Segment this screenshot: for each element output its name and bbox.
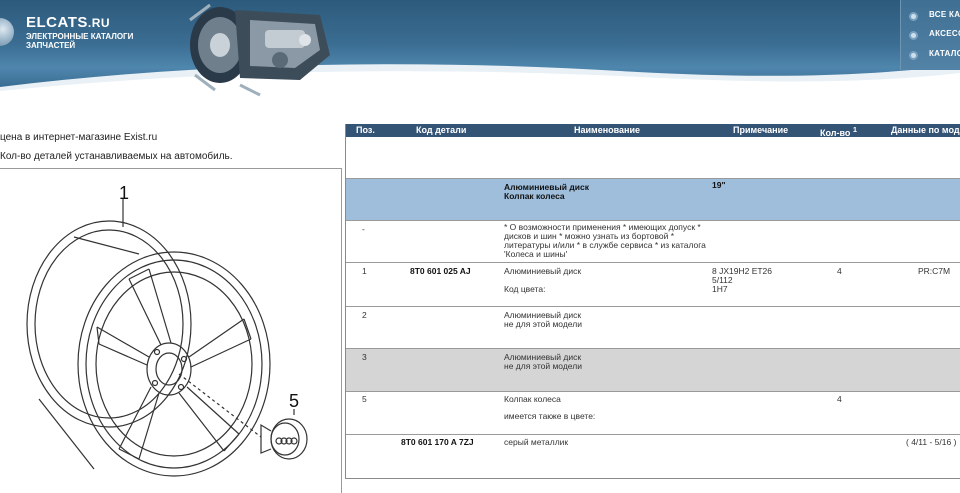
column-header-qty-sup: 1 xyxy=(852,125,858,134)
row-name: Колпак колеса xyxy=(504,394,561,404)
menu-item-label: АКСЕСС xyxy=(929,29,960,38)
info-text: * О возможности применения * имеющих доп… xyxy=(504,222,706,259)
row-data: ( 4/11 - 5/16 ) xyxy=(906,437,957,447)
site-logo[interactable]: ELCATS.RU ЭЛЕКТРОННЫЕ КАТАЛОГИ ЗАПЧАСТЕЙ xyxy=(0,14,150,54)
header-wave-decoration xyxy=(0,64,960,97)
top-menu: ВСЕ КАТ АКСЕСС КАТАЛО xyxy=(900,0,960,70)
parts-drawing: 1 5 xyxy=(0,168,342,493)
logo-subtitle: ЭЛЕКТРОННЫЕ КАТАЛОГИ ЗАПЧАСТЕЙ xyxy=(26,32,134,50)
row-pos: 2 xyxy=(362,310,367,320)
table-row[interactable]: 5 Колпак колеса имеется также в цвете: 4 xyxy=(346,392,960,435)
wheel-diagram xyxy=(26,199,308,477)
info-pos: - xyxy=(362,224,365,234)
row-qty: 4 xyxy=(837,266,842,276)
table-row[interactable]: 2 Алюминиевый диск не для этой модели xyxy=(346,307,960,349)
table-row[interactable]: 8T0 601 170 A 7ZJ серый металлик ( 4/11 … xyxy=(346,435,960,478)
bullet-icon xyxy=(909,12,918,21)
row-pos: 3 xyxy=(362,352,367,362)
menu-item-label: ВСЕ КАТ xyxy=(929,10,960,19)
engine-image xyxy=(189,3,330,97)
column-header-data: Данные по мод xyxy=(891,125,960,135)
menu-item-all-catalogs[interactable]: ВСЕ КАТ xyxy=(909,10,960,24)
site-header: ELCATS.RU ЭЛЕКТРОННЫЕ КАТАЛОГИ ЗАПЧАСТЕЙ… xyxy=(0,0,960,97)
parts-table: Поз. Код детали Наименование Примечание … xyxy=(345,124,960,479)
bullet-icon xyxy=(909,31,918,40)
quantity-note: Кол-во деталей устанавливаемых на автомо… xyxy=(0,151,233,162)
logo-title-text: ELCATS xyxy=(26,14,88,31)
row-code[interactable]: 8T0 601 170 A 7ZJ xyxy=(401,437,474,447)
row-name-extra: Код цвета: xyxy=(504,284,546,294)
row-data: PR:C7M xyxy=(918,266,951,276)
row-code[interactable]: 8T0 601 025 AJ xyxy=(410,266,471,276)
table-row-empty xyxy=(346,137,960,179)
table-row-info: - * О возможности применения * имеющих д… xyxy=(346,221,960,263)
globe-icon xyxy=(0,18,14,46)
menu-item-catalogs[interactable]: КАТАЛО xyxy=(909,49,960,63)
logo-domain: .RU xyxy=(87,16,111,30)
callout-5[interactable]: 5 xyxy=(289,391,299,412)
column-header-code: Код детали xyxy=(416,125,467,135)
row-name-extra: не для этой модели xyxy=(504,319,582,329)
row-name-extra: имеется также в цвете: xyxy=(504,411,596,421)
row-note-3: 1H7 xyxy=(712,284,728,294)
menu-item-label: КАТАЛО xyxy=(929,49,960,58)
row-name: Алюминиевый диск xyxy=(504,266,582,276)
row-pos: 5 xyxy=(362,394,367,404)
row-qty: 4 xyxy=(837,394,842,404)
row-name-extra: не для этой модели xyxy=(504,361,582,371)
column-header-name: Наименование xyxy=(574,125,641,135)
table-row-group[interactable]: Алюминиевый диск Колпак колеса 19" xyxy=(346,179,960,221)
logo-title: ELCATS.RU xyxy=(26,14,110,31)
table-row[interactable]: 1 8T0 601 025 AJ Алюминиевый диск Код цв… xyxy=(346,263,960,307)
callout-1[interactable]: 1 xyxy=(119,183,129,204)
table-row[interactable]: 3 Алюминиевый диск не для этой модели xyxy=(346,349,960,392)
price-note: цена в интернет-магазине Exist.ru xyxy=(0,132,158,143)
row-pos: 1 xyxy=(362,266,367,276)
column-header-note: Примечание xyxy=(733,125,789,135)
group-name-2: Колпак колеса xyxy=(504,191,565,201)
group-note: 19" xyxy=(712,180,726,190)
bullet-icon xyxy=(909,51,918,60)
menu-item-accessories[interactable]: АКСЕСС xyxy=(909,29,960,43)
row-name: серый металлик xyxy=(504,437,569,447)
column-header-pos: Поз. xyxy=(356,125,375,135)
table-header: Поз. Код детали Наименование Примечание … xyxy=(346,124,960,138)
